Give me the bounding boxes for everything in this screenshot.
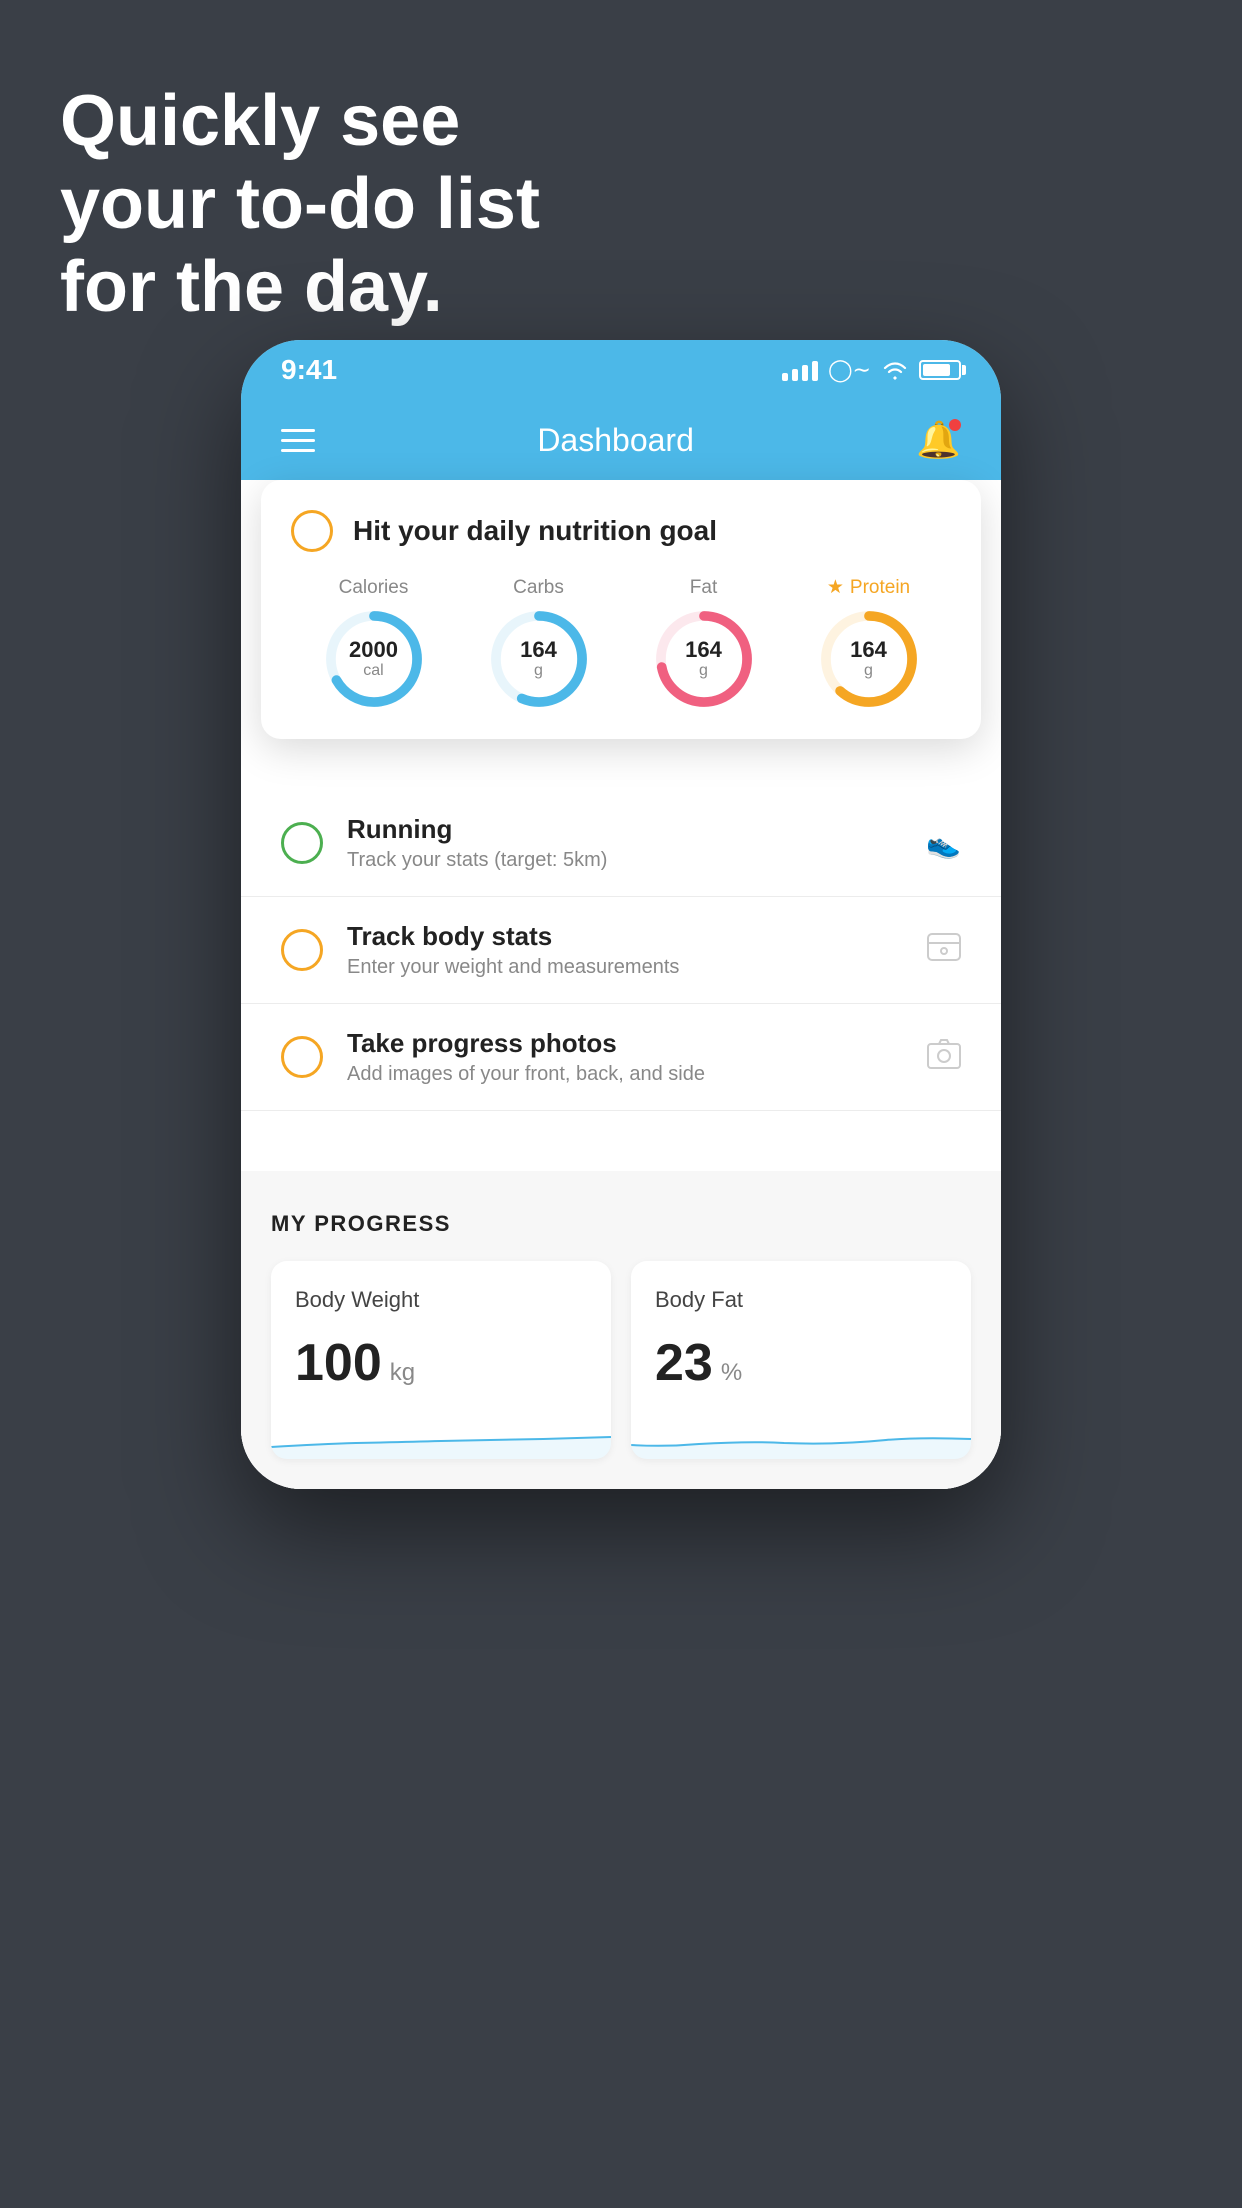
fat-value: 164 (685, 638, 722, 662)
todo-sub-photos: Add images of your front, back, and side (347, 1063, 903, 1086)
fat-label: Fat (690, 577, 717, 599)
carbs-label: Carbs (513, 577, 564, 599)
stat-carbs: Carbs 164 g (489, 577, 589, 709)
shoe-icon: 👟 (926, 827, 961, 860)
nutrition-card: Hit your daily nutrition goal Calories (261, 480, 981, 739)
carbs-unit: g (520, 662, 557, 680)
todo-check-photos[interactable] (281, 1036, 323, 1078)
spacer (241, 1111, 1001, 1171)
todo-name-running: Running (347, 814, 902, 845)
body-weight-value-row: 100 kg (295, 1333, 587, 1393)
calories-value: 2000 (349, 638, 398, 662)
notification-dot (949, 419, 961, 431)
stat-protein: ★ Protein 164 g (819, 576, 919, 709)
fat-donut: 164 g (654, 609, 754, 709)
body-fat-value-row: 23 % (655, 1333, 947, 1393)
hamburger-menu[interactable] (281, 429, 315, 452)
protein-donut: 164 g (819, 609, 919, 709)
todo-text-bodystats: Track body stats Enter your weight and m… (347, 921, 903, 979)
todo-text-photos: Take progress photos Add images of your … (347, 1028, 903, 1086)
notification-bell[interactable]: 🔔 (916, 419, 961, 461)
scale-icon (927, 933, 961, 968)
background-headline: Quickly see your to-do list for the day. (60, 80, 540, 328)
wifi-icon: ◯∼ (828, 357, 871, 383)
body-fat-value: 23 (655, 1333, 713, 1393)
status-icons: ◯∼ (782, 357, 961, 383)
battery-icon (919, 360, 961, 380)
progress-cards: Body Weight 100 kg (271, 1261, 971, 1459)
body-fat-label: Body Fat (655, 1287, 947, 1313)
stat-fat: Fat 164 g (654, 577, 754, 709)
carbs-donut: 164 g (489, 609, 589, 709)
todo-sub-running: Track your stats (target: 5km) (347, 849, 902, 872)
status-time: 9:41 (281, 354, 337, 386)
nutrition-card-title: Hit your daily nutrition goal (353, 515, 717, 547)
body-weight-label: Body Weight (295, 1287, 587, 1313)
nav-title: Dashboard (537, 422, 694, 459)
todo-name-bodystats: Track body stats (347, 921, 903, 952)
todo-item-bodystats[interactable]: Track body stats Enter your weight and m… (241, 897, 1001, 1004)
todo-item-photos[interactable]: Take progress photos Add images of your … (241, 1004, 1001, 1111)
protein-label: ★ Protein (827, 576, 910, 599)
protein-unit: g (850, 662, 887, 680)
status-bar: 9:41 ◯∼ (241, 340, 1001, 400)
app-content: THINGS TO DO TODAY Hit your daily nutrit… (241, 480, 1001, 1489)
wifi-icon (881, 360, 909, 380)
todo-text-running: Running Track your stats (target: 5km) (347, 814, 902, 872)
body-weight-unit: kg (390, 1359, 415, 1387)
nutrition-stats: Calories 2000 cal (291, 576, 951, 709)
body-weight-value: 100 (295, 1333, 382, 1393)
todo-check-bodystats[interactable] (281, 929, 323, 971)
star-icon: ★ (827, 576, 844, 599)
protein-value: 164 (850, 638, 887, 662)
body-fat-chart (631, 1409, 971, 1459)
todo-item-running[interactable]: Running Track your stats (target: 5km) 👟 (241, 790, 1001, 897)
fat-unit: g (685, 662, 722, 680)
phone-mockup: 9:41 ◯∼ (241, 340, 1001, 1489)
todo-name-photos: Take progress photos (347, 1028, 903, 1059)
nutrition-circle-icon (291, 510, 333, 552)
progress-section-title: MY PROGRESS (271, 1211, 971, 1237)
stat-calories: Calories 2000 cal (324, 577, 424, 709)
todo-sub-bodystats: Enter your weight and measurements (347, 956, 903, 979)
body-weight-card: Body Weight 100 kg (271, 1261, 611, 1459)
calories-unit: cal (349, 662, 398, 680)
nutrition-card-header: Hit your daily nutrition goal (291, 510, 951, 552)
progress-section: MY PROGRESS Body Weight 100 kg (241, 1171, 1001, 1489)
body-fat-card: Body Fat 23 % (631, 1261, 971, 1459)
body-weight-chart (271, 1409, 611, 1459)
carbs-value: 164 (520, 638, 557, 662)
todo-check-running[interactable] (281, 822, 323, 864)
calories-label: Calories (339, 577, 409, 599)
signal-icon (782, 359, 818, 381)
photo-icon (927, 1039, 961, 1076)
nav-bar: Dashboard 🔔 (241, 400, 1001, 480)
calories-donut: 2000 cal (324, 609, 424, 709)
body-fat-unit: % (721, 1359, 742, 1387)
phone-frame: 9:41 ◯∼ (241, 340, 1001, 1489)
